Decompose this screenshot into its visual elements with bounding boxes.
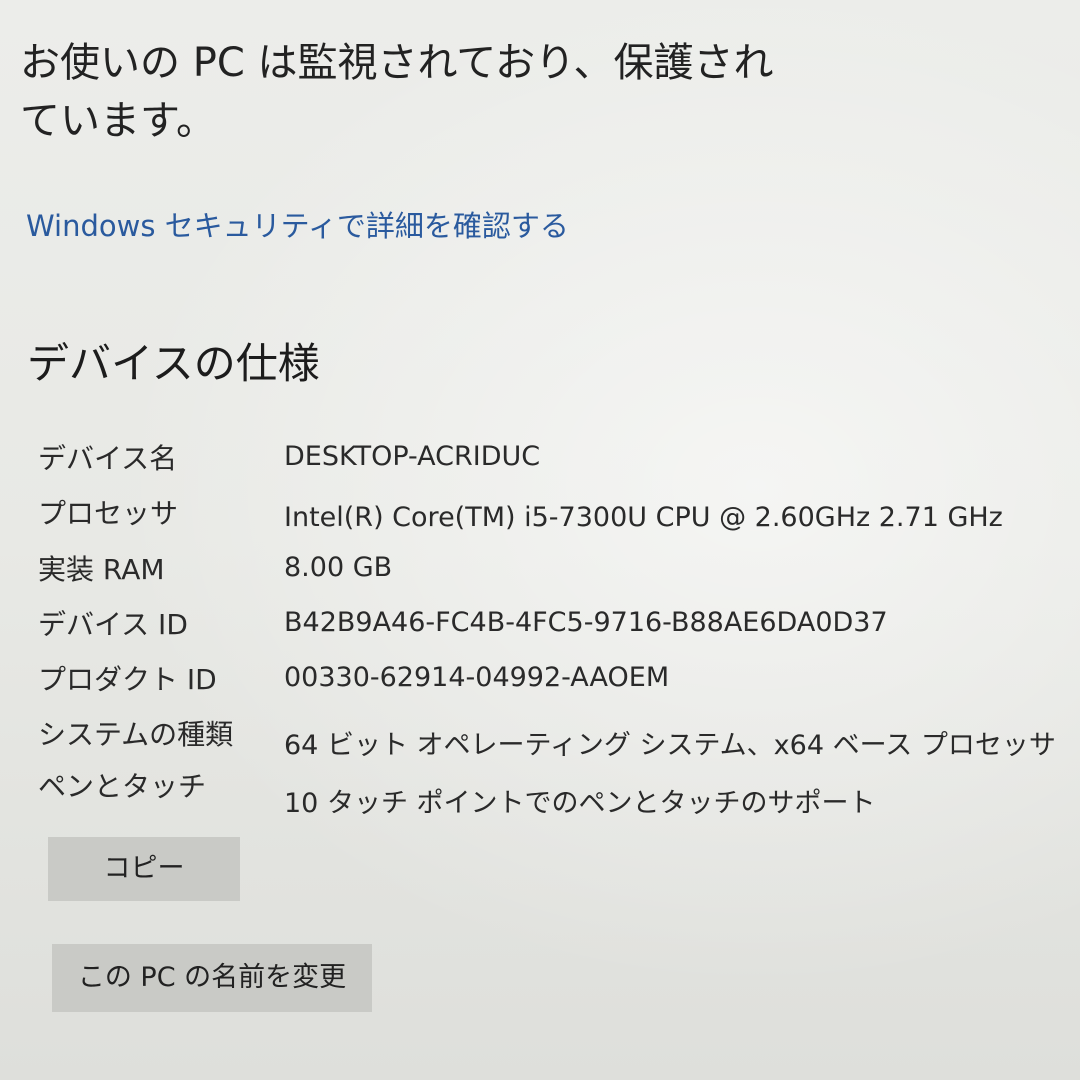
spec-value: Intel(R) Core(TM) i5-7300U CPU @ 2.60GHz… <box>284 502 1003 533</box>
spec-label: プロセッサ <box>38 497 179 530</box>
spec-label: システムの種類 <box>38 718 234 751</box>
spec-row-system-type: システムの種類 64 ビット オペレーティング システム、x64 ベース プロセ… <box>0 713 1080 763</box>
spec-value: 8.00 GB <box>284 552 393 583</box>
spec-row-product-id: プロダクト ID 00330-62914-04992-AAOEM <box>0 658 1080 708</box>
spec-row-pen-touch: ペンとタッチ 10 タッチ ポイントでのペンとタッチのサポート <box>0 765 1080 819</box>
spec-row-device-name: デバイス名 DESKTOP-ACRIDUC <box>0 437 1080 487</box>
spec-row-device-id: デバイス ID B42B9A46-FC4B-4FC5-9716-B88AE6DA… <box>0 603 1080 653</box>
spec-value: 64 ビット オペレーティング システム、x64 ベース プロセッサ <box>284 730 1056 761</box>
copy-button[interactable]: コピー <box>48 837 240 901</box>
spec-value: DESKTOP-ACRIDUC <box>284 441 541 472</box>
spec-value: 10 タッチ ポイントでのペンとタッチのサポート <box>284 788 876 819</box>
spec-value: 00330-62914-04992-AAOEM <box>284 662 670 693</box>
spec-label: 実装 RAM <box>38 553 165 586</box>
device-specs-title: デバイスの仕様 <box>27 339 320 388</box>
security-status-text: お使いの PC は監視されており、保護されています。 <box>20 40 774 144</box>
spec-row-ram: 実装 RAM 8.00 GB <box>0 548 1080 598</box>
spec-value: B42B9A46-FC4B-4FC5-9716-B88AE6DA0D37 <box>284 607 888 638</box>
spec-label: デバイス名 <box>38 442 178 475</box>
spec-label: プロダクト ID <box>38 663 217 696</box>
windows-security-link[interactable]: Windows セキュリティで詳細を確認する <box>26 203 569 245</box>
rename-pc-button[interactable]: この PC の名前を変更 <box>52 944 372 1012</box>
spec-row-processor: プロセッサ Intel(R) Core(TM) i5-7300U CPU @ 2… <box>0 492 1080 542</box>
spec-label: デバイス ID <box>38 608 188 641</box>
about-page: お使いの PC は監視されており、保護されています。 Windows セキュリテ… <box>0 0 1080 1080</box>
spec-label: ペンとタッチ <box>38 770 207 803</box>
